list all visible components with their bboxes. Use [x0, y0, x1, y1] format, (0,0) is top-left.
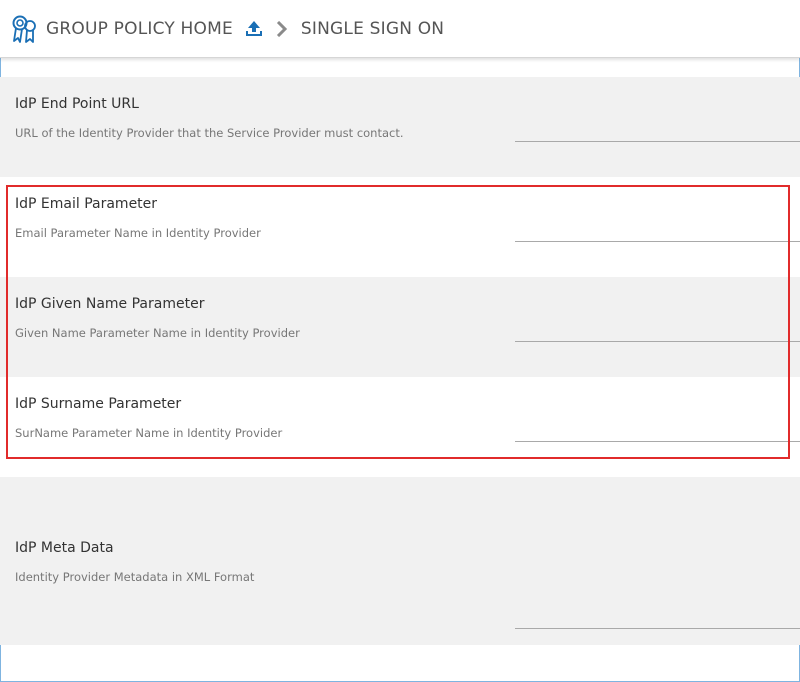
setting-row-idp-given-name-parameter: IdP Given Name Parameter Given Name Para…: [0, 277, 800, 377]
idp-given-name-parameter-input[interactable]: [515, 318, 800, 342]
breadcrumb-current: SINGLE SIGN ON: [300, 18, 445, 39]
idp-surname-parameter-input[interactable]: [515, 418, 800, 442]
setting-description: Identity Provider Metadata in XML Format: [15, 570, 255, 584]
chevron-right-icon: [276, 20, 288, 37]
setting-title: IdP Surname Parameter: [15, 396, 182, 412]
idp-email-parameter-input[interactable]: [515, 218, 800, 242]
setting-description: SurName Parameter Name in Identity Provi…: [15, 426, 283, 440]
setting-row-idp-surname-parameter: IdP Surname Parameter SurName Parameter …: [0, 377, 800, 477]
setting-title: IdP Meta Data: [15, 540, 114, 556]
setting-description: Email Parameter Name in Identity Provide…: [15, 226, 261, 240]
setting-description: Given Name Parameter Name in Identity Pr…: [15, 326, 300, 340]
setting-title: IdP End Point URL: [15, 96, 139, 112]
setting-row-idp-email-parameter: IdP Email Parameter Email Parameter Name…: [0, 177, 800, 277]
breadcrumb-home-link[interactable]: GROUP POLICY HOME: [46, 19, 233, 39]
upload-icon[interactable]: [244, 19, 264, 39]
setting-description: URL of the Identity Provider that the Se…: [15, 126, 404, 140]
setting-title: IdP Given Name Parameter: [15, 296, 205, 312]
setting-row-idp-meta-data: IdP Meta Data Identity Provider Metadata…: [0, 477, 800, 645]
idp-meta-data-input[interactable]: [515, 605, 800, 629]
setting-row-idp-endpoint-url: IdP End Point URL URL of the Identity Pr…: [0, 77, 800, 177]
group-policy-logo-icon[interactable]: [10, 14, 40, 44]
idp-endpoint-url-input[interactable]: [515, 118, 800, 142]
breadcrumb-header: GROUP POLICY HOME SINGLE SIGN ON: [0, 0, 800, 58]
setting-title: IdP Email Parameter: [15, 196, 158, 212]
